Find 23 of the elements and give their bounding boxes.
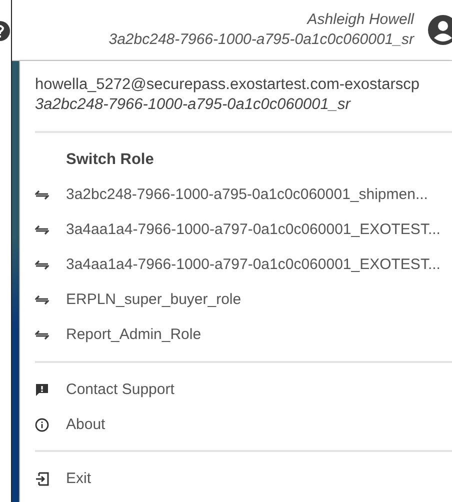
info-icon <box>35 418 49 432</box>
user-role: 3a2bc248-7966-1000-a795-0a1c0c060001_sr <box>108 30 414 50</box>
role-item[interactable]: 3a4aa1a4-7966-1000-a797-0a1c0c060001_EXOTEST... <box>35 247 452 282</box>
role-item[interactable]: ERPLN_super_buyer_role <box>35 282 452 317</box>
exit-icon <box>35 472 49 486</box>
role-item[interactable]: 3a2bc248-7966-1000-a795-0a1c0c060001_shipmen... <box>35 177 452 212</box>
menu-item[interactable]: Contact Support <box>35 372 452 407</box>
help-icon[interactable] <box>0 20 11 42</box>
user-name: Ashleigh Howell <box>307 10 414 30</box>
exit-item[interactable]: Exit <box>35 461 452 496</box>
swap-arrows-icon <box>35 190 49 200</box>
feedback-icon <box>35 382 49 396</box>
account-icon[interactable] <box>428 15 452 45</box>
user-email: howella_5272@securepass.exostartest.com-exostarscp <box>35 75 420 95</box>
role-item[interactable]: 3a4aa1a4-7966-1000-a797-0a1c0c060001_EXOTEST... <box>35 212 452 247</box>
swap-arrows-icon <box>35 330 49 340</box>
swap-arrows-icon <box>35 224 49 234</box>
menu-item[interactable]: About <box>35 407 452 442</box>
role-item[interactable]: Report_Admin_Role <box>35 317 452 352</box>
current-role: 3a2bc248-7966-1000-a795-0a1c0c060001_sr <box>35 95 352 115</box>
swap-arrows-icon <box>35 294 49 304</box>
switch-role-title: Switch Role <box>65 151 155 169</box>
swap-arrows-icon <box>35 260 49 270</box>
